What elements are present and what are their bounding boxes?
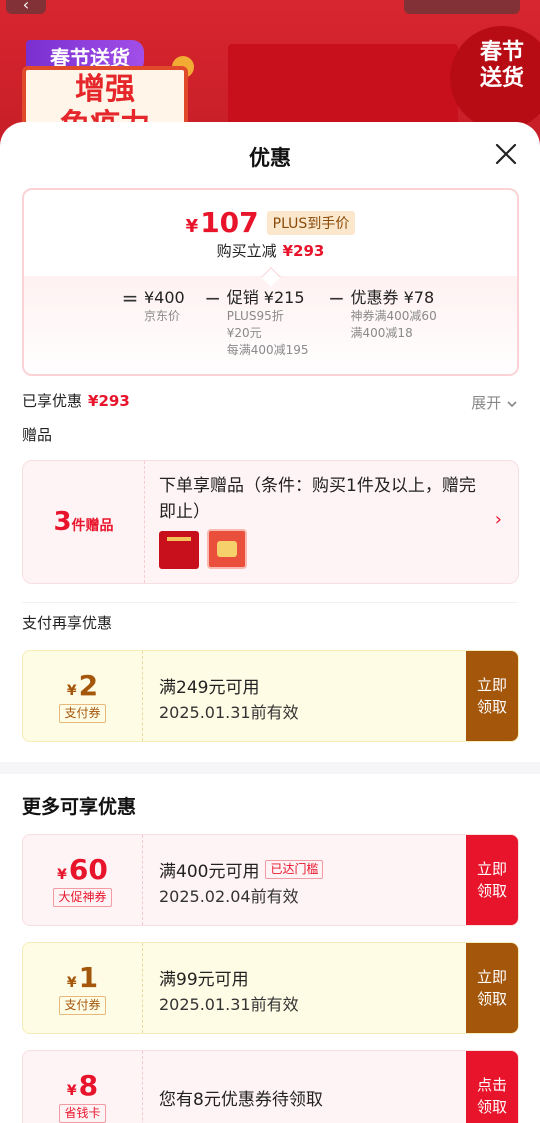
coupon-currency: ¥ [66,975,77,991]
coupon-value: ¥8 [23,1069,142,1102]
breakdown-promo: 促销 ¥215 PLUS95折 ¥20元 每满400减195 [227,288,309,359]
coupon-condition: 满400元可用 已达门槛 [159,857,324,882]
final-price: ¥107 [186,206,259,239]
gift-count-number: 3 [53,507,72,537]
claim-coupon-button[interactable]: 立即领取 [466,943,518,1033]
plus-price-tag: PLUS到手价 [266,210,356,235]
threshold-reached-badge: 已达门槛 [265,860,324,879]
coupon-expiry: 2025.01.31前有效 [159,703,299,722]
more-offers-title: 更多可享优惠 [22,796,137,818]
gift-count-unit: 件赠品 [71,518,114,534]
coupon-value-area: ¥1 支付券 [23,943,143,1033]
back-button[interactable]: ‹ [6,0,46,14]
coupon-value-area: ¥8 省钱卡 [23,1051,143,1123]
coupon-card: ¥1 支付券 满99元可用 2025.01.31前有效 立即领取 [22,942,519,1034]
coupon-value: ¥1 [23,961,142,994]
claim-coupon-button[interactable]: 立即领取 [466,835,518,925]
enjoyed-amount: ¥293 [88,392,130,410]
pay-section-label: 支付再享优惠 [22,614,113,632]
minus-sign: − [328,286,345,310]
chevron-right-icon: › [494,509,502,530]
coupon-condition-text: 满99元可用 [159,970,249,990]
chevron-down-icon [507,400,517,407]
reduce-line: 购买立减 ¥293 [24,240,517,261]
top-tools[interactable] [404,0,520,14]
close-icon[interactable] [494,142,518,166]
section-divider [0,762,540,774]
coupon-card: ¥60 大促神券 满400元可用 已达门槛 2025.02.04前有效 立即领取 [22,834,519,926]
coupon-detail: 神券满400减60 [350,309,437,323]
reduce-label: 购买立减 [216,242,277,260]
price-summary-card: ¥107 PLUS到手价 购买立减 ¥293 = ¥400 京东价 − 促销 ¥2… [22,188,519,376]
coupon-value-area: ¥2 支付券 [23,651,143,741]
discount-sheet: 优惠 ¥107 PLUS到手价 购买立减 ¥293 = ¥400 京东价 − 促… [0,122,540,1123]
equals-sign: = [121,286,139,310]
coupon-currency: ¥ [57,867,67,883]
jd-price-value: ¥400 [144,288,185,307]
coupon-card: ¥8 省钱卡 您有8元优惠券待领取 点击领取 [22,1050,519,1123]
coupon-condition-text: 您有8元优惠券待领取 [159,1090,323,1110]
coupon-value: ¥60 [23,853,142,886]
coupon-card: ¥2 支付券 满249元可用 2025.01.31前有效 立即领取 [22,650,519,742]
gift-count: 3件赠品 [53,507,113,537]
currency-symbol: ¥ [185,216,199,237]
gift-count-area: 3件赠品 [23,461,145,583]
coupon-value: ¥2 [23,669,142,702]
arrow-left-icon: ‹ [22,0,30,14]
coupon-condition: 您有8元优惠券待领取 [159,1085,323,1110]
coupon-type-badge: 大促神券 [53,888,112,907]
gift-thumbnail[interactable] [159,531,199,569]
banner-circle-text: 春节 送货 [479,40,524,91]
coupon-total: 优惠券 ¥78 [350,288,435,307]
promo-total: 促销 ¥215 [226,288,305,307]
enjoyed-discount: 已享优惠 ¥293 [22,390,130,411]
coupon-condition: 满99元可用 [159,965,249,990]
promo-detail: 每满400减195 [226,343,309,357]
minus-sign: − [204,286,222,310]
coupon-condition: 满249元可用 [159,673,259,698]
reduce-amount: ¥293 [282,242,325,260]
gift-section-label: 赠品 [22,426,53,444]
promo-detail: ¥20元 [226,326,262,340]
coupon-amount: 2 [78,669,99,702]
expand-label: 展开 [471,394,502,412]
coupon-type-badge: 省钱卡 [59,1104,106,1123]
coupon-currency: ¥ [66,1083,77,1099]
expand-toggle[interactable]: 展开 [471,392,518,413]
divider [22,602,518,603]
banner-circle-badge: 春节 送货 [450,26,540,130]
gift-description: 下单享赠品（条件：购买1件及以上，赠完即止） [159,476,476,522]
coupon-currency: ¥ [66,683,77,699]
coupon-type-badge: 支付券 [59,996,106,1015]
coupon-expiry: 2025.01.31前有效 [159,995,299,1014]
claim-coupon-button[interactable]: 点击领取 [466,1051,518,1123]
coupon-expiry: 2025.02.04前有效 [159,887,299,906]
breakdown-coupon: 优惠券 ¥78 神券满400减60 满400减18 [351,288,437,359]
breakdown-jd-price: ¥400 京东价 [144,288,185,359]
coupon-amount: 60 [68,853,108,886]
final-price-row: ¥107 PLUS到手价 [24,206,517,239]
gift-thumbnail[interactable] [207,529,247,569]
gift-card[interactable]: 3件赠品 下单享赠品（条件：购买1件及以上，赠完即止） › [22,460,519,584]
final-price-value: 107 [200,206,259,239]
price-breakdown: = ¥400 京东价 − 促销 ¥215 PLUS95折 ¥20元 每满400减… [24,276,517,374]
coupon-condition-text: 满400元可用 [159,862,260,882]
coupon-amount: 8 [78,1069,99,1102]
coupon-type-badge: 支付券 [59,704,106,723]
claim-coupon-button[interactable]: 立即领取 [466,651,518,741]
promo-detail: PLUS95折 [226,309,284,323]
coupon-value-area: ¥60 大促神券 [23,835,143,925]
coupon-condition-text: 满249元可用 [159,678,260,698]
enjoyed-label: 已享优惠 [22,392,83,410]
jd-price-label: 京东价 [144,309,181,323]
coupon-detail: 满400减18 [350,326,413,340]
sheet-title: 优惠 [249,146,291,170]
coupon-amount: 1 [78,961,99,994]
